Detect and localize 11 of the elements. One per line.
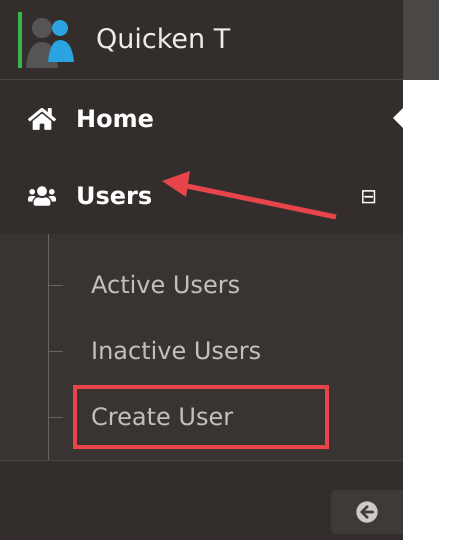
submenu-item[interactable]: Active Users	[73, 253, 258, 317]
collapse-toggle[interactable]: ⊟	[360, 184, 377, 208]
app-title: Quicken T	[96, 24, 230, 55]
nav-item[interactable]: Home	[0, 80, 403, 157]
nav-item[interactable]: Users ⊟	[0, 157, 403, 234]
arrow-left-icon	[356, 501, 378, 523]
submenu-item[interactable]: Create User	[73, 385, 329, 449]
submenu-item[interactable]: Inactive Users	[73, 319, 280, 383]
active-indicator	[393, 108, 403, 128]
collapse-sidebar-button[interactable]	[331, 490, 403, 534]
logo-icon	[18, 12, 74, 68]
